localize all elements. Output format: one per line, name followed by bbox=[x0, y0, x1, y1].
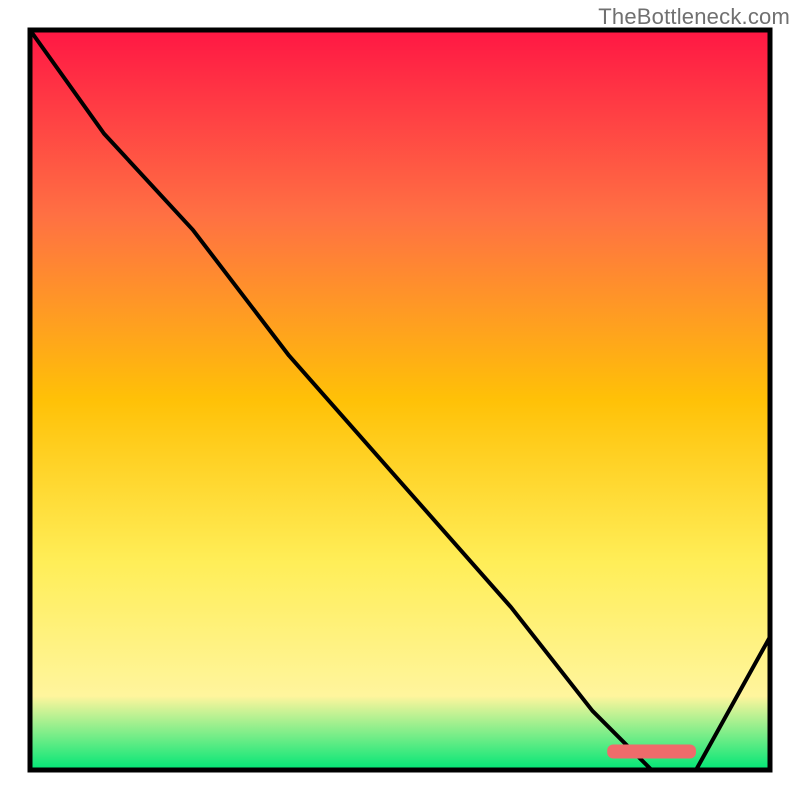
optimal-marker bbox=[607, 745, 696, 759]
plot-background bbox=[30, 30, 770, 770]
chart-image: TheBottleneck.com bbox=[0, 0, 800, 800]
chart-svg bbox=[0, 0, 800, 800]
